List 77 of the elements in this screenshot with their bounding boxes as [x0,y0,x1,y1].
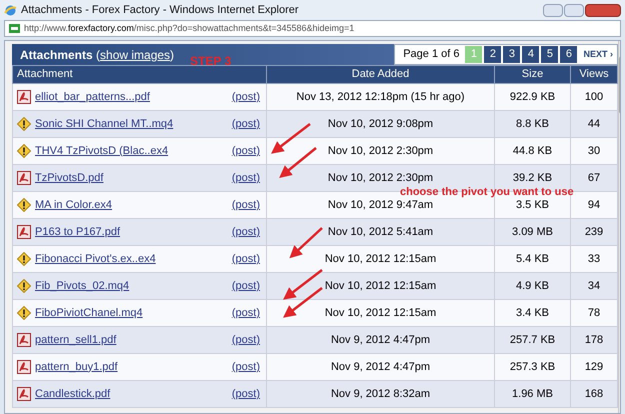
table-cell: Nov 10, 2012 2:30pm [328,172,434,184]
table-cell: 3.4 KB [516,306,550,319]
table-cell: Nov 10, 2012 9:08pm [328,118,434,130]
minimize-button[interactable] [543,4,563,16]
file-link[interactable]: Candlestick.pdf [35,386,110,402]
table-cell: Nov 10, 2012 12:15am [324,280,436,292]
table-cell: 922.9 KB [510,90,556,103]
column-header[interactable]: Date Added [352,68,410,80]
table-cell: 34 [588,280,600,292]
file-link[interactable]: pattern_sell1.pdf [35,332,116,348]
table-cell: Nov 13, 2012 12:18pm (15 hr ago) [296,90,465,103]
table-cell: 44 [588,118,600,130]
page-label: Page 1 of 6 [403,47,460,62]
file-link[interactable]: FiboPiviotChanel.mq4 [35,304,143,322]
table-cell: Nov 10, 2012 12:15am [324,306,436,319]
column-header[interactable]: Attachment [17,68,73,80]
table-cell: 8.8 KB [516,118,550,130]
file-link[interactable]: MA in Color.ex4 [35,196,112,214]
post-link[interactable]: (post) [232,386,260,402]
post-link[interactable]: (post) [232,358,260,376]
file-link[interactable]: Fib_Pivots_02.mq4 [35,278,130,294]
table-cell: 94 [588,198,600,211]
table-cell: Nov 9, 2012 8:32am [330,388,430,400]
table-cell: Nov 10, 2012 9:47am [328,198,434,211]
post-link[interactable]: (post) [232,250,260,268]
section-title: Attachments (show images) [19,46,174,64]
window-title: Attachments - Forex Factory - Windows Internet Explorer [21,2,299,18]
table-cell: 3.5 KB [516,198,550,211]
file-link[interactable]: Fibonacci Pivot's.ex..ex4 [35,250,156,268]
page-button[interactable]: 6 [560,46,578,63]
post-link[interactable]: (post) [232,332,260,348]
page-button[interactable]: 5 [541,46,558,63]
table-cell: Nov 10, 2012 12:15am [324,252,436,265]
table-cell: 30 [588,144,600,157]
post-link[interactable]: (post) [232,116,260,132]
file-link[interactable]: Sonic SHI Channel MT..mq4 [35,116,174,132]
maximize-button[interactable] [564,4,584,16]
post-link[interactable]: (post) [232,224,260,240]
page-button[interactable]: 4 [522,46,540,63]
post-link[interactable]: (post) [232,196,260,214]
post-link[interactable]: (post) [232,88,260,106]
table-cell: 44.8 KB [512,144,552,157]
annotation-text: choose the pivot you want to use [400,186,574,198]
table-cell: Nov 10, 2012 2:30pm [328,144,434,157]
table-cell: 168 [584,388,604,400]
table-cell: 3.09 MB [512,226,553,238]
table-cell: 257.7 KB [510,334,556,346]
post-link[interactable]: (post) [232,304,260,322]
table-cell: 4.9 KB [516,280,550,292]
table-cell: Nov 9, 2012 4:47pm [330,360,430,373]
table-cell: 100 [584,90,604,103]
table-cell: 67 [588,172,600,184]
table-cell: 33 [588,252,600,265]
post-link[interactable]: (post) [232,142,260,160]
table-cell: 129 [584,360,604,373]
table-cell: Nov 10, 2012 5:41am [328,226,434,238]
page-button[interactable]: 3 [503,46,520,63]
file-link[interactable]: TzPivotsD.pdf [35,170,104,186]
table-cell: 257.3 KB [510,360,556,373]
table-cell: 78 [588,306,600,319]
post-link[interactable]: (post) [232,170,260,186]
table-cell: 5.4 KB [516,252,550,265]
file-link[interactable]: P163 to P167.pdf [35,224,120,240]
post-link[interactable]: (post) [232,278,260,294]
annotation-text: STEP 3 [190,53,232,70]
page-button[interactable]: 2 [484,46,502,63]
next-link[interactable]: NEXT › [583,48,613,62]
file-link[interactable]: THV4 TzPivotsD (Blac..ex4 [35,142,168,160]
table-cell: Nov 9, 2012 4:47pm [330,334,430,346]
table-cell: 1.96 MB [512,388,553,400]
file-link[interactable]: pattern_buy1.pdf [35,358,118,376]
table-cell: 39.2 KB [512,172,552,184]
browser-icon [4,4,17,16]
table-cell: 239 [584,226,604,238]
close-button[interactable] [585,4,621,16]
file-link[interactable]: elliot_bar_patterns...pdf [35,88,150,106]
table-cell: 178 [584,334,604,346]
